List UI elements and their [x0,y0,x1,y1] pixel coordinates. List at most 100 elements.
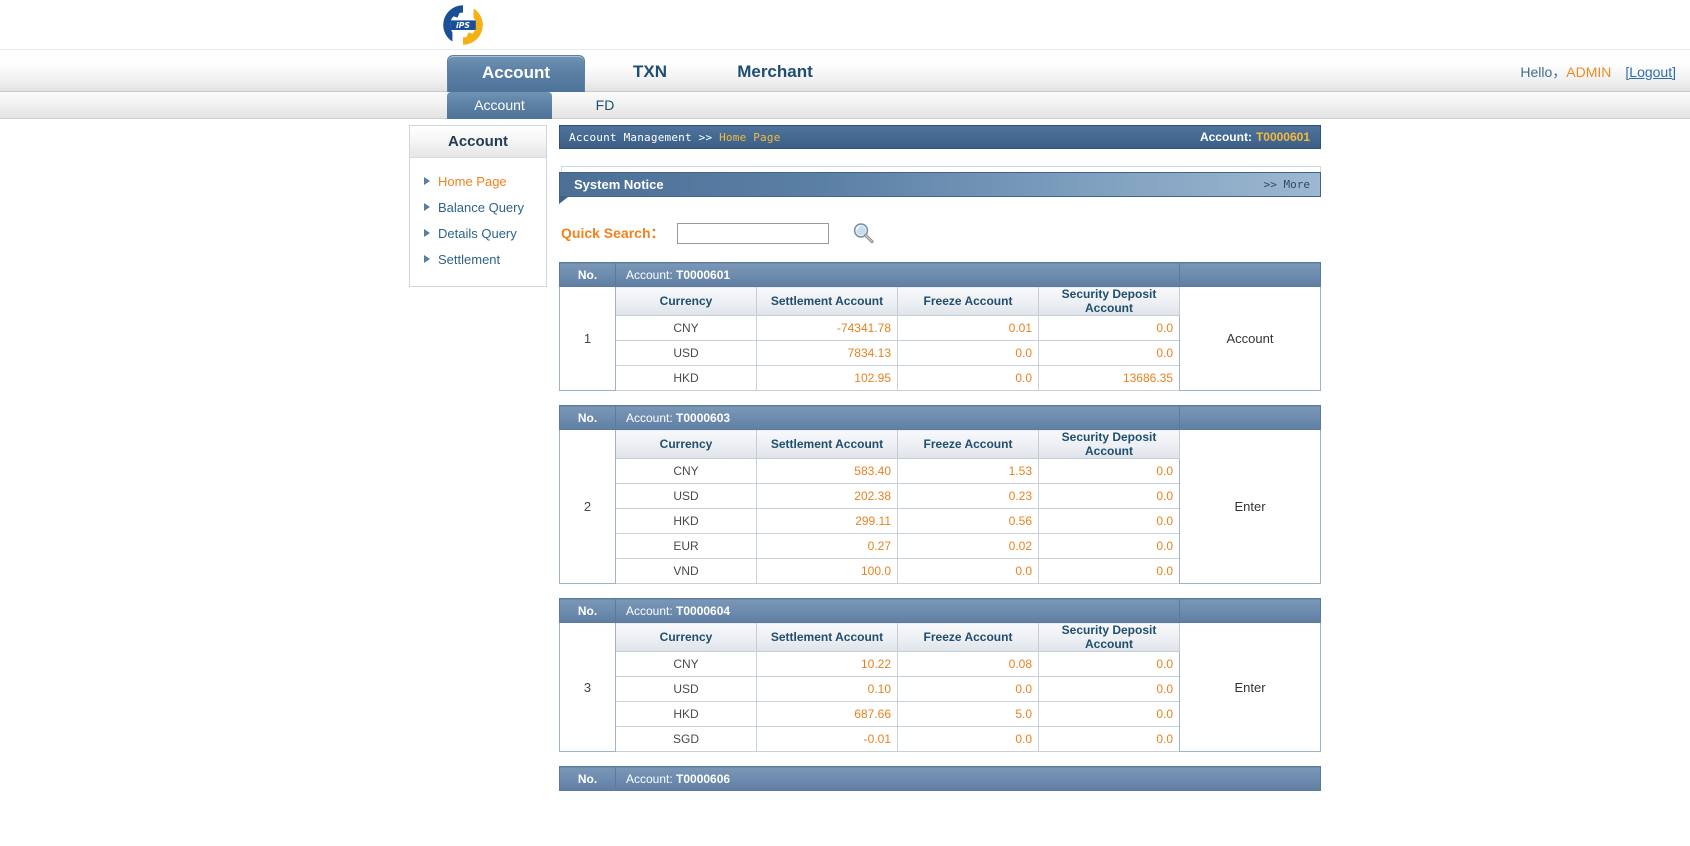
breadcrumb: Account Management >> Home Page Account:… [559,125,1321,149]
account-number-header: Account: T0000603 [615,405,1180,430]
cell-settlement: -74341.78 [756,315,898,341]
cell-currency: CNY [615,315,757,341]
triangle-right-icon [424,229,430,237]
cell-freeze: 0.23 [897,483,1039,509]
column-header-settlement: Settlement Account [756,429,898,459]
account-number-header: Account: T0000604 [615,598,1180,623]
cell-security: 0.0 [1038,340,1180,366]
main-content: Account Management >> Home Page Account:… [559,125,1321,791]
cell-freeze: 0.0 [897,340,1039,366]
current-account-value: T0000601 [1255,130,1310,144]
account-table-header-row: No. Account: T0000604 [559,598,1321,623]
sidebar-item-details-query[interactable]: Details Query [410,220,546,246]
magnifier-icon[interactable] [851,221,875,245]
logout-link[interactable]: [Logout] [1625,64,1676,80]
sidebar-menu: Home Page Balance Query Details Query Se… [410,158,546,286]
sidebar-item-home-page[interactable]: Home Page [410,168,546,194]
system-notice-bar: System Notice >> More [559,172,1321,197]
cell-currency: USD [615,340,757,366]
column-header-security: Security Deposit Account [1038,429,1180,459]
cell-security: 0.0 [1038,458,1180,484]
cell-freeze: 0.08 [897,651,1039,677]
account-action-button[interactable]: Enter [1179,429,1321,584]
action-column-header [1179,598,1321,623]
cell-currency: USD [615,676,757,702]
account-action-button[interactable]: Account [1179,286,1321,391]
nav-tab-account-label: Account [482,63,550,82]
cell-currency: EUR [615,533,757,559]
nav-tab-merchant[interactable]: Merchant [715,55,835,92]
system-notice-title: System Notice [574,177,664,192]
notice-corner-decoration [559,197,568,204]
nav-tab-txn[interactable]: TXN [600,55,700,92]
account-table: No. Account: T0000606 [559,766,1321,791]
svg-text:iPS: iPS [456,21,470,30]
subnav-item-account[interactable]: Account [447,92,552,119]
sidebar-title: Account [410,126,546,158]
account-table-header-row: No. Account: T0000603 [559,405,1321,430]
cell-freeze: 0.56 [897,508,1039,534]
column-header-no: No. [559,766,616,791]
cell-security: 0.0 [1038,701,1180,727]
column-header-freeze: Freeze Account [897,622,1039,652]
cell-freeze: 0.02 [897,533,1039,559]
triangle-right-icon [424,177,430,185]
cell-settlement: 0.10 [756,676,898,702]
system-notice-more-link[interactable]: >> More [1264,178,1314,191]
column-header-settlement: Settlement Account [756,622,898,652]
sidebar-item-balance-query[interactable]: Balance Query [410,194,546,220]
nav-tab-account[interactable]: Account [447,55,585,92]
cell-security: 0.0 [1038,558,1180,584]
account-table-header-row: No. Account: T0000606 [559,766,1321,791]
cell-settlement: 100.0 [756,558,898,584]
main-navigation: Account TXN Merchant Hello，ADMIN [Logout] [0,50,1690,92]
cell-currency: CNY [615,458,757,484]
account-table: No. Account: T0000603 2 Currency Settlement … [559,405,1321,584]
cell-security: 0.0 [1038,315,1180,341]
cell-settlement: 687.66 [756,701,898,727]
row-number-cell: 3 [559,622,616,752]
subnav-item-fd[interactable]: FD [575,92,635,119]
cell-freeze: 1.53 [897,458,1039,484]
account-block: No. Account: T0000604 3 Currency Settlement … [559,598,1321,752]
account-block: No. Account: T0000603 2 Currency Settlement … [559,405,1321,584]
column-header-freeze: Freeze Account [897,286,1039,316]
breadcrumb-current: Home Page [719,130,781,144]
column-header-currency: Currency [615,622,757,652]
account-number-header: Account: T0000601 [615,262,1180,287]
triangle-right-icon [424,203,430,211]
system-notice-panel: System Notice >> More [559,166,1321,204]
cell-security: 0.0 [1038,508,1180,534]
sidebar-item-balance-query-label: Balance Query [438,199,524,215]
sidebar-item-settlement-label: Settlement [438,251,501,267]
account-block: No. Account: T0000601 1 Currency Settlement … [559,262,1321,391]
column-header-security: Security Deposit Account [1038,286,1180,316]
page-body: Account Home Page Balance Query Details … [0,119,1690,846]
sidebar-item-settlement[interactable]: Settlement [410,246,546,272]
column-header-no: No. [559,405,616,430]
account-tables-container: No. Account: T0000601 1 Currency Settlement … [559,262,1321,791]
cell-settlement: 299.11 [756,508,898,534]
column-header-no: No. [559,262,616,287]
cell-freeze: 5.0 [897,701,1039,727]
cell-security: 0.0 [1038,676,1180,702]
row-number-cell: 1 [559,286,616,391]
nav-tab-txn-label: TXN [633,62,667,81]
cell-settlement: -0.01 [756,726,898,752]
column-header-row: 1 Currency Settlement Account Freeze Accoun… [559,286,1321,391]
column-header-currency: Currency [615,429,757,459]
breadcrumb-root[interactable]: Account Management >> [569,131,719,144]
quick-search-input[interactable] [676,222,829,244]
sub-navigation: Account FD [0,92,1690,119]
column-header-row: 3 Currency Settlement Account Freeze Accoun… [559,622,1321,752]
account-action-button[interactable]: Enter [1179,622,1321,752]
cell-freeze: 0.0 [897,676,1039,702]
subnav-item-fd-label: FD [595,97,615,113]
account-number-header: Account: T0000606 [615,766,1321,791]
username-label: ADMIN [1566,64,1612,80]
breadcrumb-path: Account Management >> Home Page [569,131,781,144]
cell-currency: SGD [615,726,757,752]
cell-freeze: 0.0 [897,558,1039,584]
ips-logo: iPS [440,2,486,48]
cell-security: 0.0 [1038,483,1180,509]
